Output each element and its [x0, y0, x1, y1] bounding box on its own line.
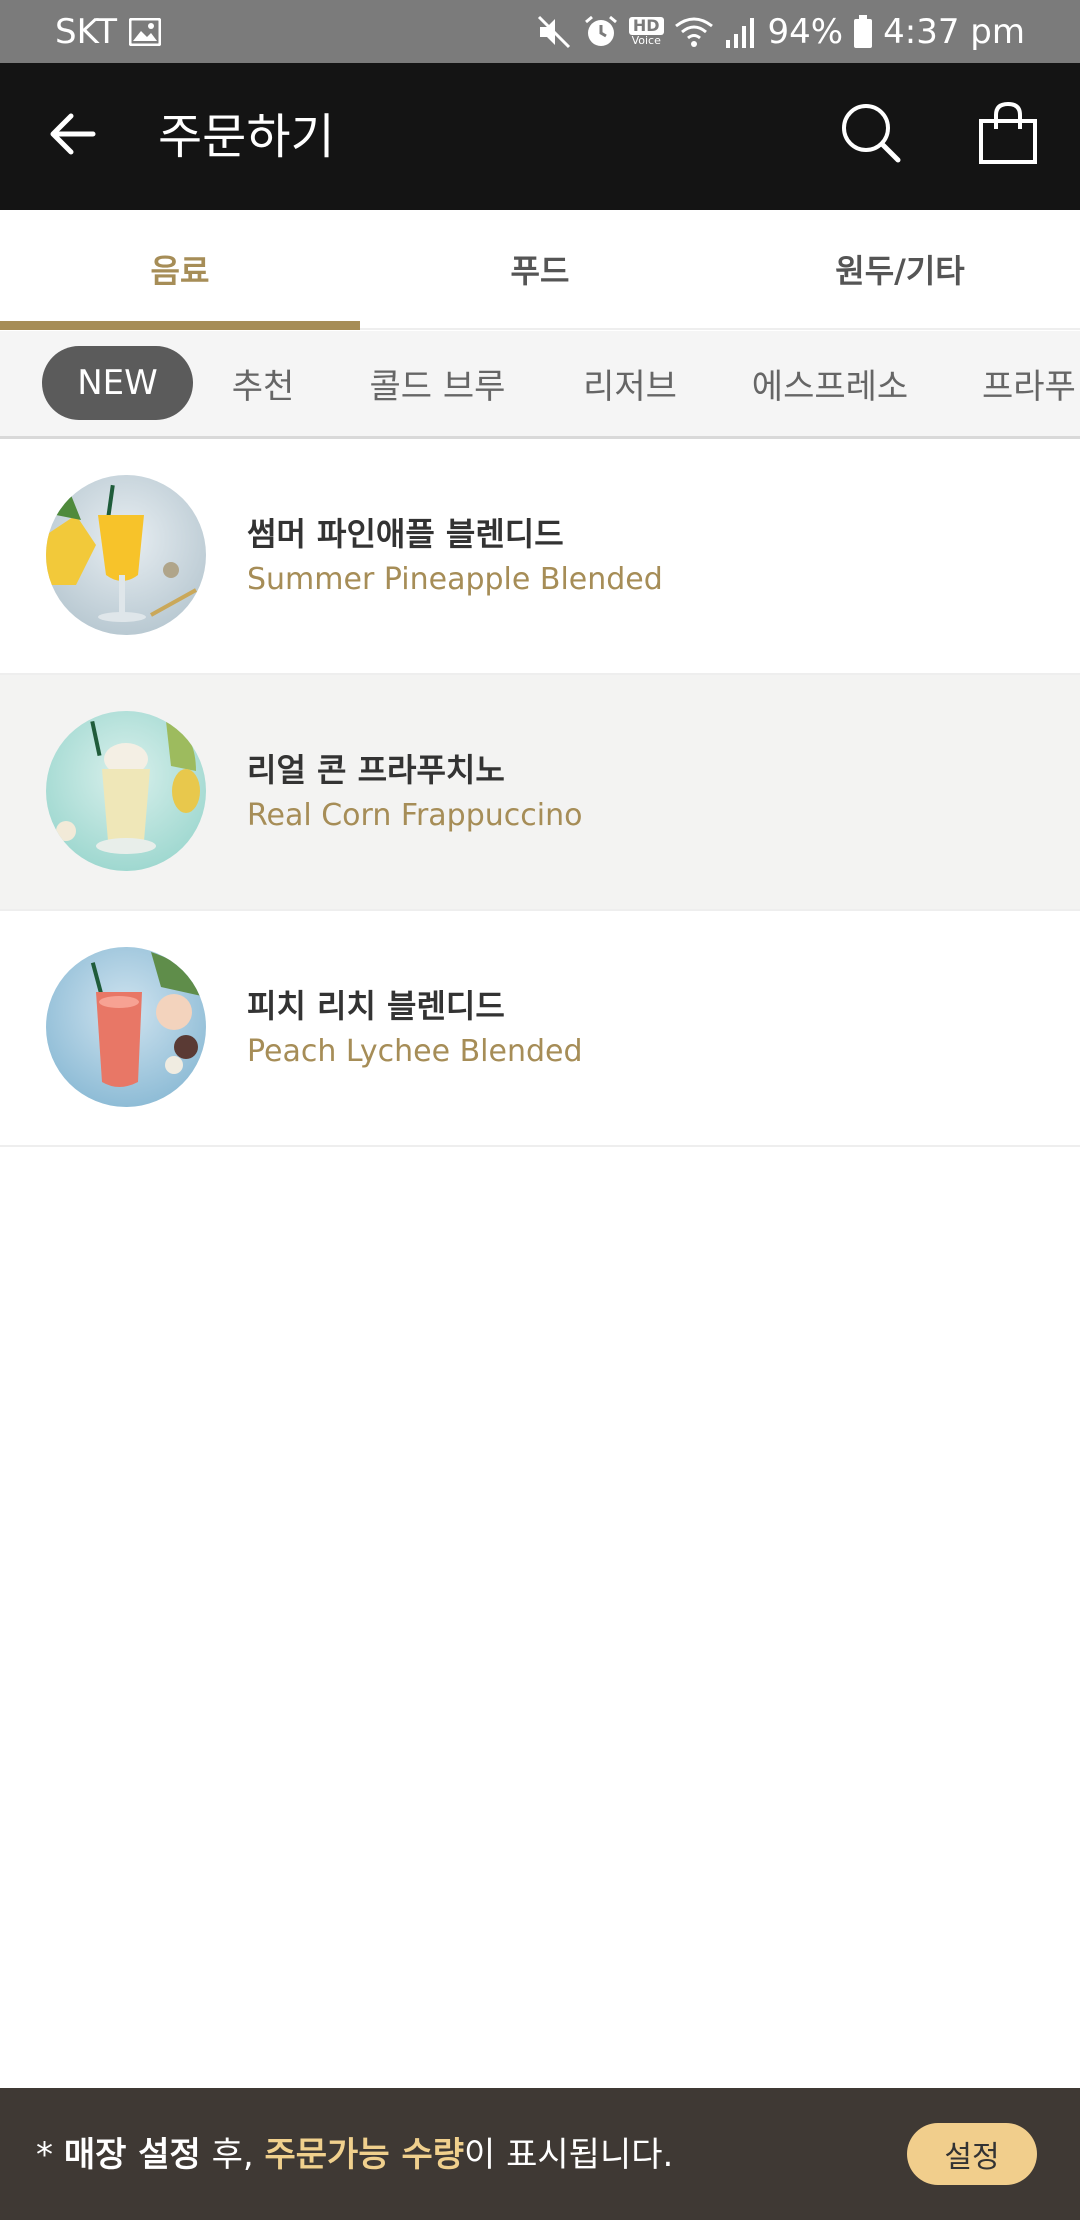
category-chip-espresso[interactable]: 에스프레소: [745, 346, 915, 420]
battery-percent: 94%: [767, 11, 844, 52]
main-tabs: 음료 푸드 원두/기타: [0, 210, 1080, 330]
category-chip-label: 추천: [231, 366, 295, 407]
wifi-icon: [674, 16, 714, 48]
product-name-ko: 리얼 콘 프라푸치노: [247, 751, 505, 789]
page-title: 주문하기: [158, 109, 335, 165]
tab-food-label: 푸드: [510, 252, 570, 290]
notice-available-qty: 주문가능 수량: [264, 2135, 465, 2175]
category-chip-reserve[interactable]: 리저브: [570, 346, 690, 420]
category-bar[interactable]: NEW 추천 콜드 브루 리저브 에스프레소 프라푸: [0, 331, 1080, 439]
category-chip-label: 프라푸: [982, 366, 1076, 407]
shopping-bag-icon: [978, 101, 1038, 169]
product-name-en: Real Corn Frappuccino: [247, 798, 583, 833]
product-list: 썸머 파인애플 블렌디드 Summer Pineapple Blended 리얼…: [0, 439, 1080, 1147]
search-icon: [840, 102, 902, 168]
app-header: 주문하기: [0, 63, 1080, 210]
back-arrow-icon: [49, 112, 97, 160]
signal-icon: [724, 16, 758, 48]
mute-icon: [537, 15, 573, 49]
battery-icon: [853, 14, 873, 49]
clock: 4:37 pm: [883, 11, 1025, 52]
tab-beans-etc[interactable]: 원두/기타: [720, 210, 1080, 328]
product-image: [46, 947, 206, 1107]
alarm-icon: [583, 15, 619, 49]
store-notice-bar: * 매장 설정 후, 주문가능 수량이 표시됩니다. 설정: [0, 2088, 1080, 2220]
tab-food[interactable]: 푸드: [360, 210, 720, 328]
back-button[interactable]: [40, 103, 106, 169]
store-notice-text: * 매장 설정 후, 주문가능 수량이 표시됩니다.: [36, 2132, 673, 2178]
category-chip-new[interactable]: NEW: [42, 346, 193, 420]
product-image: [46, 475, 206, 635]
hd-voice-icon: HD Voice: [628, 17, 664, 47]
category-chip-label: 리저브: [583, 366, 677, 407]
active-tab-indicator: [0, 321, 360, 330]
category-chip-cold-brew[interactable]: 콜드 브루: [360, 346, 515, 420]
notice-prefix: *: [36, 2135, 64, 2175]
category-chip-recommended[interactable]: 추천: [218, 346, 308, 420]
product-name-en: Summer Pineapple Blended: [247, 562, 663, 597]
product-name-ko: 썸머 파인애플 블렌디드: [247, 515, 564, 553]
category-chip-label: NEW: [77, 363, 158, 403]
product-item[interactable]: 리얼 콘 프라푸치노 Real Corn Frappuccino: [0, 675, 1080, 911]
image-notification-icon: [129, 17, 162, 46]
tab-beans-etc-label: 원두/기타: [835, 252, 965, 290]
notice-suffix: 이 표시됩니다.: [464, 2135, 674, 2175]
product-item[interactable]: 피치 리치 블렌디드 Peach Lychee Blended: [0, 911, 1080, 1147]
product-item[interactable]: 썸머 파인애플 블렌디드 Summer Pineapple Blended: [0, 439, 1080, 675]
hd-label: HD: [628, 17, 664, 35]
carrier-label: SKT: [55, 11, 118, 52]
product-name-en: Peach Lychee Blended: [247, 1034, 583, 1069]
category-chip-frappuccino[interactable]: 프라푸: [982, 346, 1080, 420]
notice-store-setting: 매장 설정: [63, 2135, 201, 2175]
voice-label: Voice: [631, 34, 661, 47]
tab-beverage[interactable]: 음료: [0, 210, 360, 330]
category-chip-label: 콜드 브루: [369, 366, 506, 407]
product-image: [46, 711, 206, 871]
search-button[interactable]: [835, 99, 907, 171]
notice-mid: 후,: [200, 2135, 265, 2175]
status-bar: SKT HD Voice 94% 4:37 pm: [0, 0, 1080, 63]
tab-beverage-label: 음료: [150, 252, 210, 290]
category-chip-label: 에스프레소: [751, 366, 909, 407]
product-name-ko: 피치 리치 블렌디드: [247, 987, 505, 1025]
cart-button[interactable]: [970, 97, 1046, 173]
settings-button[interactable]: 설정: [907, 2123, 1037, 2185]
